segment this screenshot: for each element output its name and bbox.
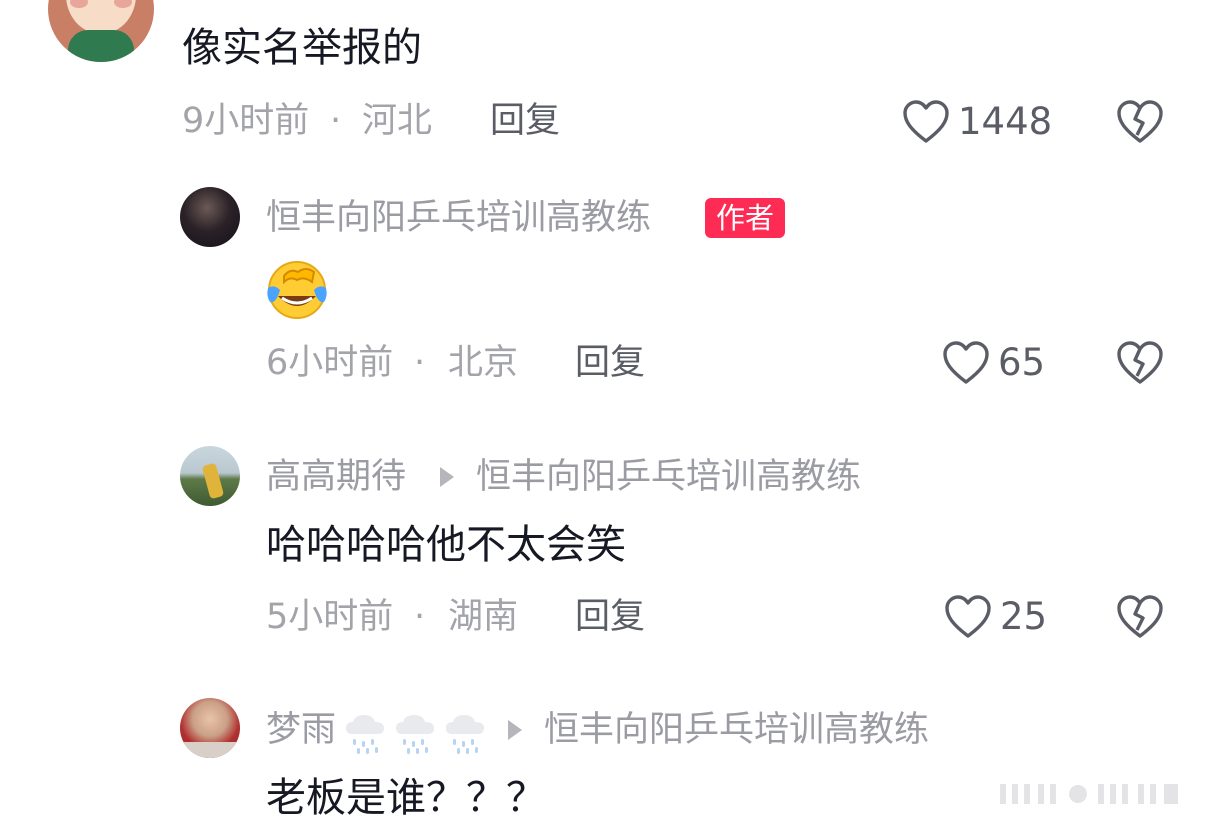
reply-arrow-icon [508,720,522,740]
crying-laughing-emoji [267,261,327,319]
comment-text: 像实名举报的 [182,25,422,71]
username[interactable]: 恒丰向阳乒乓培训高教练 [266,196,651,240]
heart-icon[interactable] [902,99,950,145]
reply-arrow-icon [440,467,454,487]
comment-location: 湖南 [448,597,519,637]
like-count: 1448 [958,100,1053,143]
avatar[interactable] [48,0,154,62]
avatar[interactable] [180,446,240,506]
comment-time: 9小时前 [182,101,310,141]
reply-button[interactable]: 回复 [575,595,645,639]
rain-cloud-icon [396,715,434,754]
comment-location: 河北 [362,101,433,141]
separator-dot: · [330,101,342,141]
rain-cloud-icon [446,715,484,754]
username[interactable]: 高高期待 [266,455,406,499]
author-badge: 作者 [705,198,786,238]
reply-to-username[interactable]: 恒丰向阳乒乓培训高教练 [544,708,929,752]
heart-icon[interactable] [942,340,990,386]
comment-time: 6小时前 [266,343,394,383]
dislike-icon[interactable] [1116,340,1164,386]
separator-dot: · [414,597,426,637]
dislike-icon[interactable] [1116,594,1164,640]
avatar[interactable] [180,698,240,758]
separator-dot: · [414,343,426,383]
rain-cloud-icon [346,715,384,754]
comment-location: 北京 [448,343,519,383]
reply-button[interactable]: 回复 [490,99,560,143]
comment-time: 5小时前 [266,597,394,637]
heart-icon[interactable] [944,594,992,640]
comment-text: 哈哈哈哈他不太会笑 [266,522,626,568]
like-count: 25 [1000,595,1048,638]
reply-to-username[interactable]: 恒丰向阳乒乓培训高教练 [476,455,861,499]
reply-button[interactable]: 回复 [575,341,645,385]
dislike-icon[interactable] [1116,99,1164,145]
comment-text: 老板是谁？？？ [266,775,546,821]
avatar[interactable] [180,187,240,247]
username[interactable]: 梦雨 [266,708,336,752]
like-count: 65 [998,341,1046,384]
watermark-logo [1000,784,1178,804]
